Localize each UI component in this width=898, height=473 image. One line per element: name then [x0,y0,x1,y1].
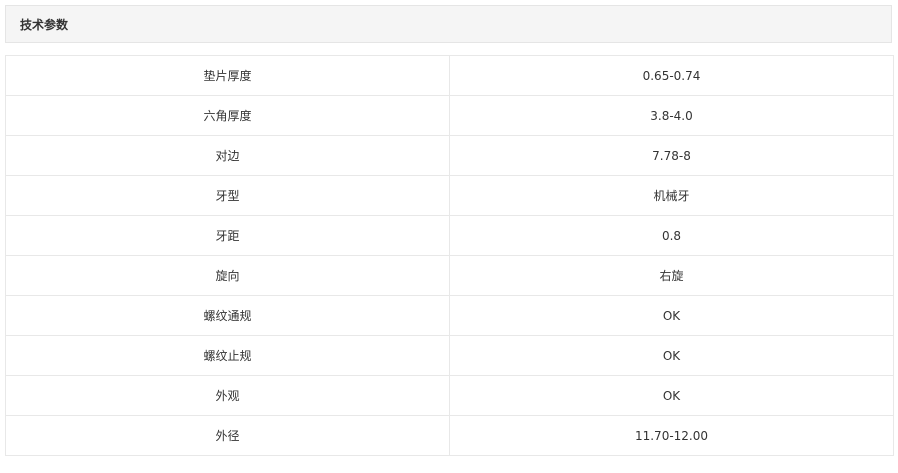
spec-value: OK [449,295,894,336]
table-row: 六角厚度 3.8-4.0 [5,95,894,136]
spec-value: OK [449,375,894,416]
table-row: 外径 11.70-12.00 [5,415,894,456]
table-row: 牙距 0.8 [5,215,894,256]
spec-value: 0.8 [449,215,894,256]
table-row: 外观 OK [5,375,894,416]
spec-value: OK [449,335,894,376]
spec-value: 0.65-0.74 [449,55,894,96]
spec-name: 外径 [5,415,450,456]
table-row: 对边 7.78-8 [5,135,894,176]
spec-name: 牙距 [5,215,450,256]
spec-name: 对边 [5,135,450,176]
spec-name: 旋向 [5,255,450,296]
spec-name: 螺纹通规 [5,295,450,336]
spec-name: 牙型 [5,175,450,216]
table-row: 牙型 机械牙 [5,175,894,216]
spec-value: 右旋 [449,255,894,296]
table-row: 垫片厚度 0.65-0.74 [5,55,894,96]
table-row: 螺纹止规 OK [5,335,894,376]
spec-value: 3.8-4.0 [449,95,894,136]
spec-name: 垫片厚度 [5,55,450,96]
spec-name: 六角厚度 [5,95,450,136]
section-title: 技术参数 [20,17,69,32]
spec-name: 螺纹止规 [5,335,450,376]
spec-table: 垫片厚度 0.65-0.74 六角厚度 3.8-4.0 对边 7.78-8 牙型… [5,55,894,456]
table-row: 旋向 右旋 [5,255,894,296]
spec-name: 外观 [5,375,450,416]
spec-value: 机械牙 [449,175,894,216]
table-row: 螺纹通规 OK [5,295,894,336]
spec-value: 11.70-12.00 [449,415,894,456]
spec-value: 7.78-8 [449,135,894,176]
section-header: 技术参数 [5,5,892,43]
